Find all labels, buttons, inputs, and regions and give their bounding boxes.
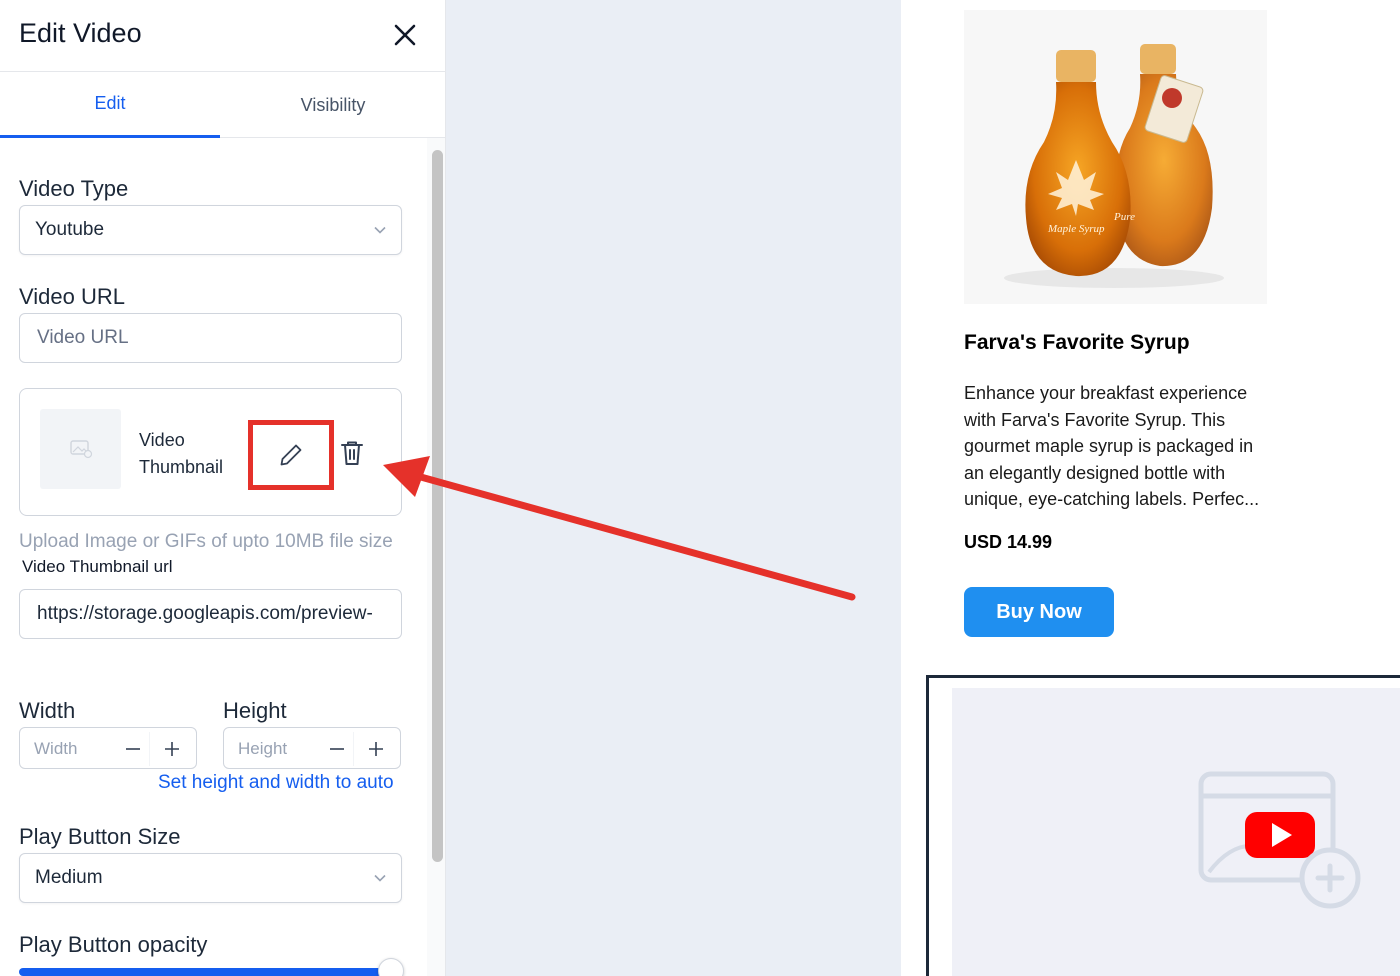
- minus-icon: [329, 748, 344, 750]
- product-title: Farva's Favorite Syrup: [964, 331, 1190, 354]
- buy-now-button[interactable]: Buy Now: [964, 587, 1114, 637]
- upload-hint: Upload Image or GIFs of upto 10MB file s…: [19, 531, 393, 552]
- height-placeholder: Height: [238, 739, 288, 758]
- opacity-slider-handle[interactable]: [378, 958, 404, 976]
- bottle-label-line1: Pure: [1113, 211, 1135, 223]
- close-icon: [394, 24, 416, 46]
- video-type-select[interactable]: Youtube: [19, 205, 402, 255]
- video-url-input[interactable]: Video URL: [19, 313, 402, 363]
- height-increment-button[interactable]: [359, 732, 393, 766]
- thumbnail-label: Video Thumbnail: [139, 430, 224, 477]
- add-circle-icon: [1299, 847, 1361, 909]
- scrollbar-thumb[interactable]: [432, 150, 443, 862]
- play-button-opacity-label: Play Button opacity: [19, 932, 208, 957]
- width-placeholder: Width: [34, 739, 78, 758]
- height-label: Height: [223, 698, 287, 723]
- delete-thumbnail-button[interactable]: [338, 438, 366, 468]
- thumbnail-url-input[interactable]: https://storage.googleapis.com/preview-: [19, 589, 402, 639]
- editor-canvas: [446, 0, 901, 976]
- plus-icon: [369, 742, 383, 756]
- play-button-size-select[interactable]: Medium: [19, 853, 402, 903]
- close-button[interactable]: [388, 18, 422, 52]
- bottle-label-line2: Maple Syrup: [1047, 223, 1105, 235]
- width-decrement-button[interactable]: [116, 732, 150, 766]
- auto-size-link[interactable]: Set height and width to auto: [158, 772, 394, 794]
- width-increment-button[interactable]: [155, 732, 189, 766]
- height-stepper[interactable]: Height: [223, 727, 401, 769]
- height-decrement-button[interactable]: [320, 732, 354, 766]
- thumbnail-url-value: https://storage.googleapis.com/preview-: [37, 603, 373, 624]
- video-url-label: Video URL: [19, 284, 125, 309]
- thumbnail-preview: [40, 409, 121, 489]
- product-price: USD 14.99: [964, 532, 1053, 552]
- product-description: Enhance your breakfast experience with F…: [964, 383, 1260, 509]
- chevron-down-icon: [374, 226, 386, 234]
- thumbnail-url-label: Video Thumbnail url: [22, 557, 173, 576]
- tab-edit[interactable]: Edit: [0, 72, 220, 138]
- tab-visibility[interactable]: Visibility: [220, 72, 445, 138]
- video-type-label: Video Type: [19, 176, 129, 201]
- image-placeholder-icon: [69, 440, 92, 459]
- video-placeholder-graphic: [1198, 771, 1361, 909]
- video-type-value: Youtube: [35, 219, 105, 240]
- panel-header: Edit Video: [0, 0, 445, 72]
- play-button-size-value: Medium: [35, 867, 103, 888]
- width-label: Width: [19, 698, 76, 723]
- tab-bar: Edit Visibility: [0, 72, 445, 138]
- trash-icon: [341, 441, 363, 465]
- opacity-slider-track[interactable]: [19, 968, 382, 976]
- width-stepper[interactable]: Width: [19, 727, 197, 769]
- edit-thumbnail-button[interactable]: [248, 420, 334, 490]
- edit-video-panel: Edit Video Edit Visibility Video Type Yo…: [0, 0, 446, 976]
- plus-icon: [165, 742, 179, 756]
- youtube-play-icon: [1245, 812, 1315, 858]
- pencil-icon: [280, 444, 302, 466]
- play-button-size-label: Play Button Size: [19, 824, 181, 849]
- panel-title: Edit Video: [19, 18, 142, 48]
- product-image: Pure Maple Syrup: [964, 10, 1267, 304]
- chevron-down-icon: [374, 874, 386, 882]
- minus-icon: [125, 748, 140, 750]
